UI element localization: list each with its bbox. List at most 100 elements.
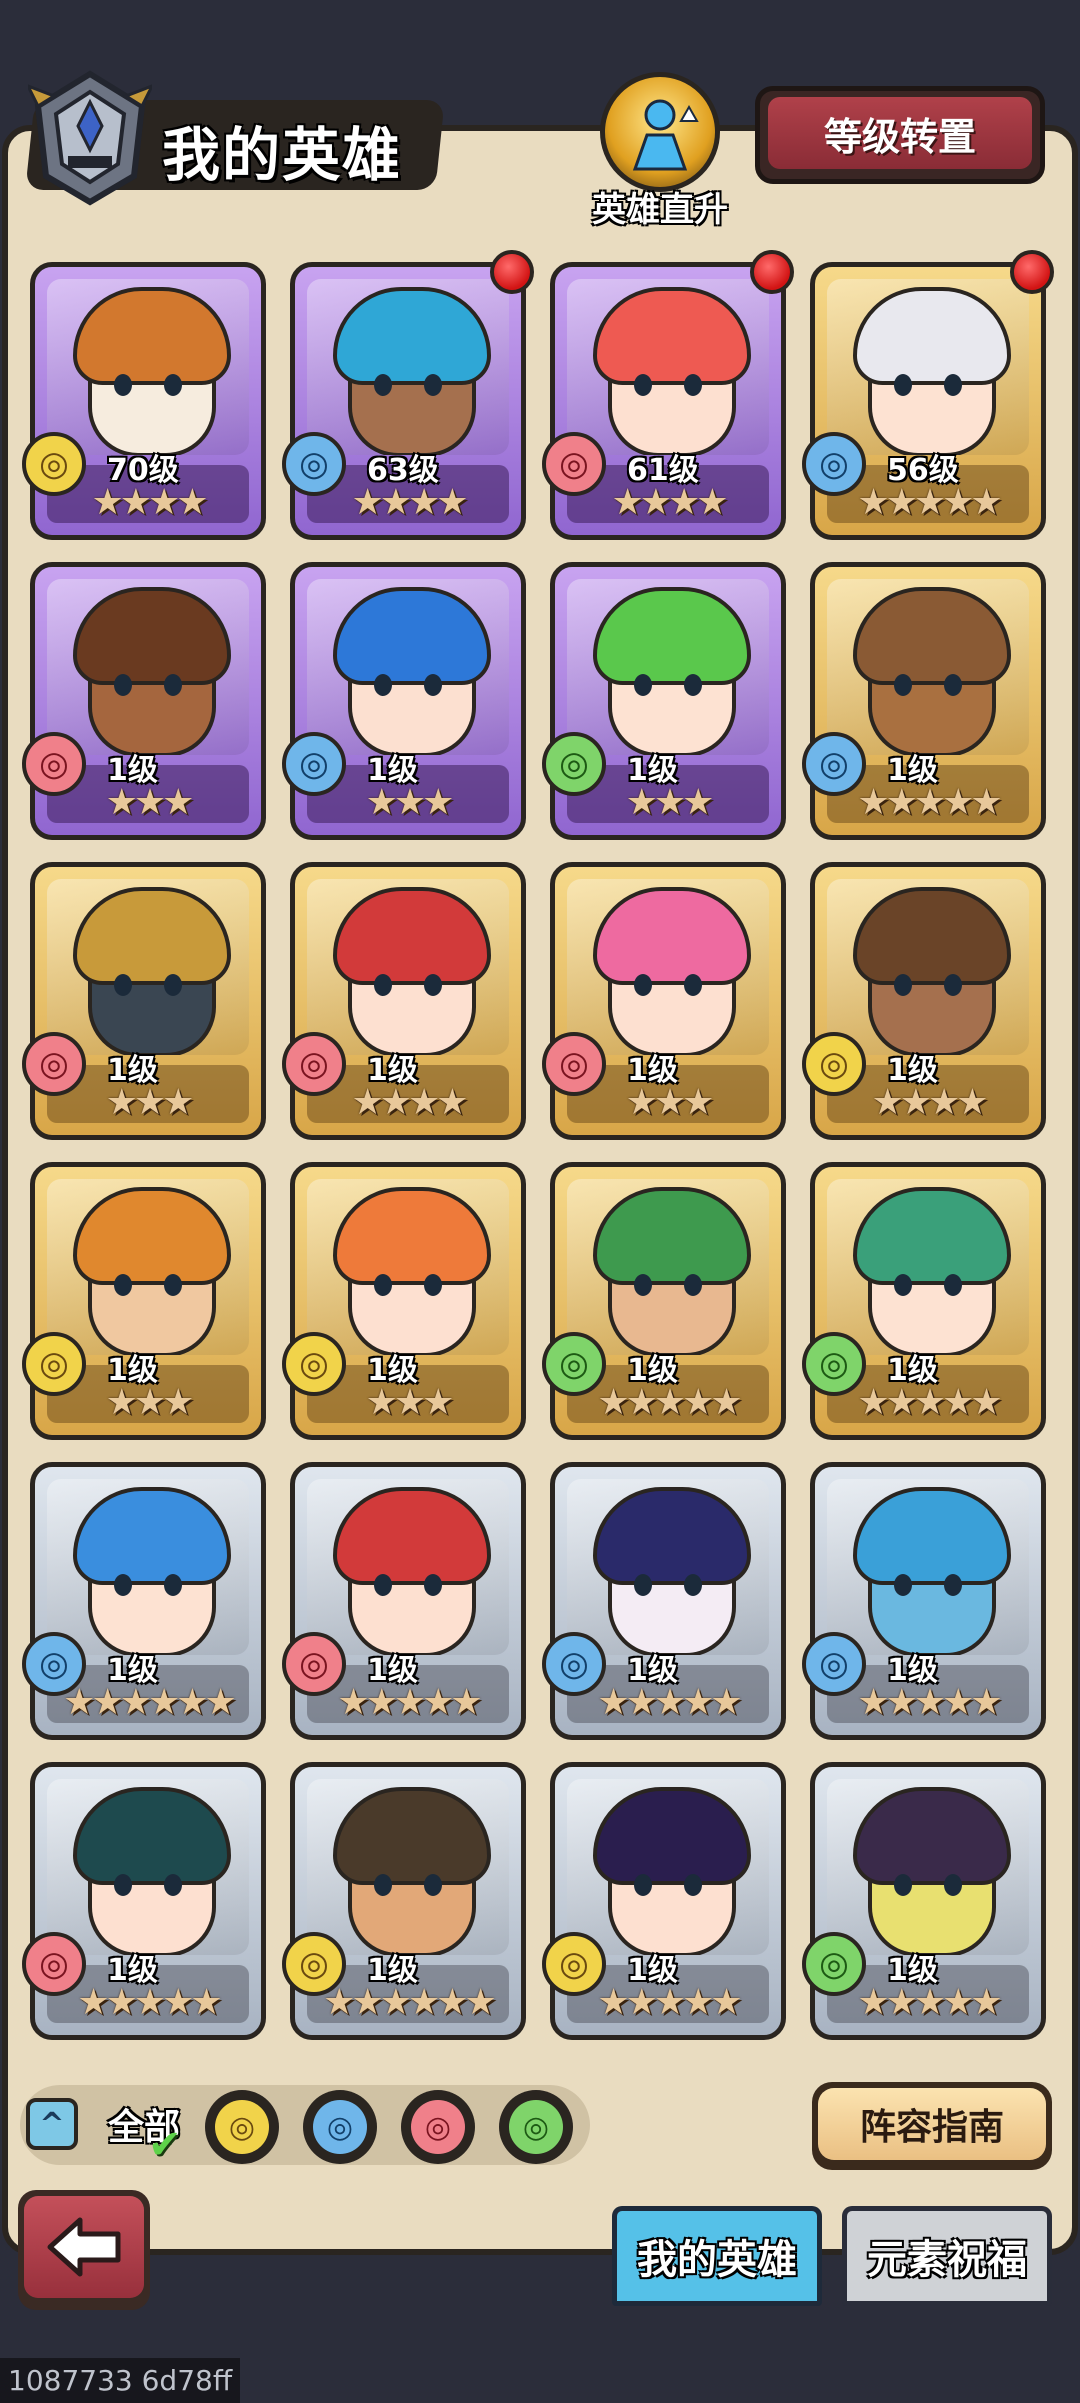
hero-card[interactable]: 1级 ★★★★★ xyxy=(550,1762,786,2040)
hero-card[interactable]: 1级 ★★★★★ xyxy=(550,1462,786,1740)
hero-eye xyxy=(944,1274,962,1296)
hero-card[interactable]: 1级 ★★★ xyxy=(290,1162,526,1440)
back-arrow-icon xyxy=(24,2196,144,2298)
wind-element-icon: ◎ xyxy=(509,2100,563,2154)
hero-card[interactable]: 1级 ★★★★★ xyxy=(30,1762,266,2040)
back-button[interactable] xyxy=(18,2190,150,2310)
hero-card[interactable]: 1级 ★★★ xyxy=(30,862,266,1140)
hero-hair xyxy=(853,587,1011,685)
hero-card[interactable]: 1级 ★★★ xyxy=(550,562,786,840)
hero-eye xyxy=(634,1274,652,1296)
hero-hair xyxy=(853,1787,1011,1885)
hero-portrait xyxy=(307,279,509,455)
hero-eye xyxy=(894,374,912,396)
hero-eye xyxy=(374,1574,392,1596)
hero-hair xyxy=(73,1487,231,1585)
hero-eye xyxy=(424,374,442,396)
wind-element-icon: ◎ xyxy=(802,1932,866,1996)
hero-portrait xyxy=(827,579,1029,755)
hero-hair xyxy=(593,287,751,385)
notification-dot-icon xyxy=(1010,250,1054,294)
hero-card[interactable]: 1级 ★★★ xyxy=(30,1162,266,1440)
notification-dot-icon xyxy=(490,250,534,294)
filter-fire-button[interactable]: ◎ xyxy=(401,2090,475,2164)
water-element-icon: ◎ xyxy=(22,1632,86,1696)
hero-card[interactable]: 1级 ★★★★ xyxy=(810,862,1046,1140)
hero-eye xyxy=(634,374,652,396)
hero-hair xyxy=(853,1487,1011,1585)
hero-eye xyxy=(424,1874,442,1896)
hero-hair xyxy=(73,587,231,685)
hero-card[interactable]: 1级 ★★★★★ xyxy=(290,1462,526,1740)
hero-eye xyxy=(114,674,132,696)
hero-eye xyxy=(684,974,702,996)
hero-portrait xyxy=(567,579,769,755)
tab-element-blessing[interactable]: 元素祝福 xyxy=(842,2206,1052,2306)
hero-hair xyxy=(593,587,751,685)
notification-dot-icon xyxy=(750,250,794,294)
hero-promote-icon xyxy=(600,72,720,192)
tab-my-heroes[interactable]: 我的英雄 xyxy=(612,2206,822,2306)
fire-element-icon: ◎ xyxy=(542,1032,606,1096)
hero-card[interactable]: 63级 ★★★★ xyxy=(290,262,526,540)
hero-card[interactable]: 1级 ★★★ xyxy=(550,862,786,1140)
fire-element-icon: ◎ xyxy=(411,2100,465,2154)
hero-eye xyxy=(684,1274,702,1296)
hero-portrait xyxy=(827,1479,1029,1655)
hero-card[interactable]: 1级 ★★★★★★ xyxy=(30,1462,266,1740)
hero-eye xyxy=(114,1574,132,1596)
level-transfer-button[interactable]: 等级转置 xyxy=(755,86,1045,184)
hero-eye xyxy=(374,974,392,996)
lineup-guide-button[interactable]: 阵容指南 xyxy=(812,2082,1052,2170)
hero-eye xyxy=(114,1274,132,1296)
water-element-icon: ◎ xyxy=(802,432,866,496)
hero-promote-button[interactable]: 英雄直升 xyxy=(590,72,730,230)
hero-eye xyxy=(894,974,912,996)
filter-water-button[interactable]: ◎ xyxy=(303,2090,377,2164)
collapse-filter-button[interactable]: ^ xyxy=(26,2098,78,2150)
hero-portrait xyxy=(307,1779,509,1955)
level-transfer-label: 等级转置 xyxy=(768,97,1032,169)
hero-eye xyxy=(684,674,702,696)
hero-card[interactable]: 1级 ★★★★★★ xyxy=(290,1762,526,2040)
hero-eye xyxy=(684,1574,702,1596)
fire-element-icon: ◎ xyxy=(282,1632,346,1696)
hero-card[interactable]: 1级 ★★★★★ xyxy=(810,1462,1046,1740)
hero-card[interactable]: 56级 ★★★★★ xyxy=(810,262,1046,540)
page-title: 我的英雄 xyxy=(162,121,403,189)
hero-card[interactable]: 70级 ★★★★ xyxy=(30,262,266,540)
hero-card[interactable]: 1级 ★★★★★ xyxy=(550,1162,786,1440)
hero-card[interactable]: 1级 ★★★ xyxy=(290,562,526,840)
hero-portrait xyxy=(827,1779,1029,1955)
hero-eye xyxy=(944,974,962,996)
hero-card[interactable]: 61级 ★★★★ xyxy=(550,262,786,540)
hero-hair xyxy=(593,1787,751,1885)
hero-hair xyxy=(73,887,231,985)
water-element-icon: ◎ xyxy=(313,2100,367,2154)
hero-portrait xyxy=(47,1479,249,1655)
hero-portrait xyxy=(307,1179,509,1355)
hero-eye xyxy=(634,1874,652,1896)
hero-eye xyxy=(424,1274,442,1296)
hero-eye xyxy=(164,674,182,696)
water-element-icon: ◎ xyxy=(282,432,346,496)
chevron-up-icon: ^ xyxy=(39,2106,65,2142)
hero-eye xyxy=(424,974,442,996)
hero-eye xyxy=(374,1874,392,1896)
filter-wind-button[interactable]: ◎ xyxy=(499,2090,573,2164)
hero-portrait xyxy=(827,879,1029,1055)
hero-portrait xyxy=(307,879,509,1055)
wind-element-icon: ◎ xyxy=(802,1332,866,1396)
hero-eye xyxy=(374,674,392,696)
hero-card[interactable]: 1级 ★★★★★ xyxy=(810,1162,1046,1440)
hero-card[interactable]: 1级 ★★★★★ xyxy=(810,1762,1046,2040)
hero-portrait xyxy=(827,279,1029,455)
filter-earth-button[interactable]: ◎ xyxy=(205,2090,279,2164)
hero-hair xyxy=(593,1487,751,1585)
hero-eye xyxy=(894,1574,912,1596)
hero-card[interactable]: 1级 ★★★★ xyxy=(290,862,526,1140)
hero-portrait xyxy=(47,1179,249,1355)
water-element-icon: ◎ xyxy=(802,732,866,796)
hero-card[interactable]: 1级 ★★★ xyxy=(30,562,266,840)
hero-card[interactable]: 1级 ★★★★★ xyxy=(810,562,1046,840)
